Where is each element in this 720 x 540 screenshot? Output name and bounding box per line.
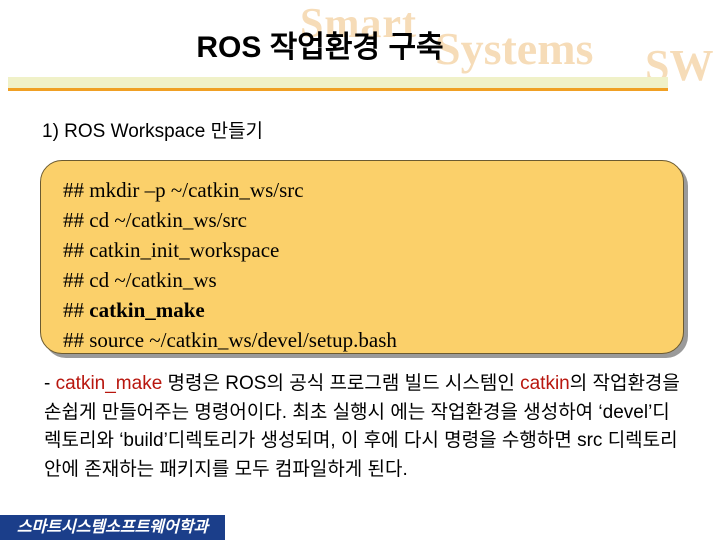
code-line-prefix: ## [63,298,90,322]
slide-subtitle: 1) ROS Workspace 만들기 [42,121,264,142]
description-term-catkin-make: catkin_make [55,373,163,394]
code-line-catkin-make: ## catkin_make [63,295,397,325]
code-line: ## source ~/catkin_ws/devel/setup.bash [63,328,397,352]
footer-department-label: 스마트시스템소프트웨어학과 [0,515,225,540]
code-line: ## catkin_init_workspace [63,238,280,262]
code-lines: ## mkdir –p ~/catkin_ws/src ## cd ~/catk… [63,175,397,355]
slide-title: ROS 작업환경 구축 [196,31,444,64]
code-line: ## cd ~/catkin_ws [63,268,217,292]
code-command-catkin-make: catkin_make [89,298,205,322]
code-box: ## mkdir –p ~/catkin_ws/src ## cd ~/catk… [40,160,684,354]
code-line: ## cd ~/catkin_ws/src [63,208,247,232]
code-line: ## mkdir –p ~/catkin_ws/src [63,178,304,202]
description-paragraph: - catkin_make 명령은 ROS의 공식 프로그램 빌드 시스템인 c… [44,370,684,484]
description-text: 명령은 ROS의 공식 프로그램 빌드 시스템인 [162,373,521,394]
description-term-catkin: catkin [520,373,570,394]
description-prefix: - [44,373,56,394]
title-divider [8,77,668,91]
